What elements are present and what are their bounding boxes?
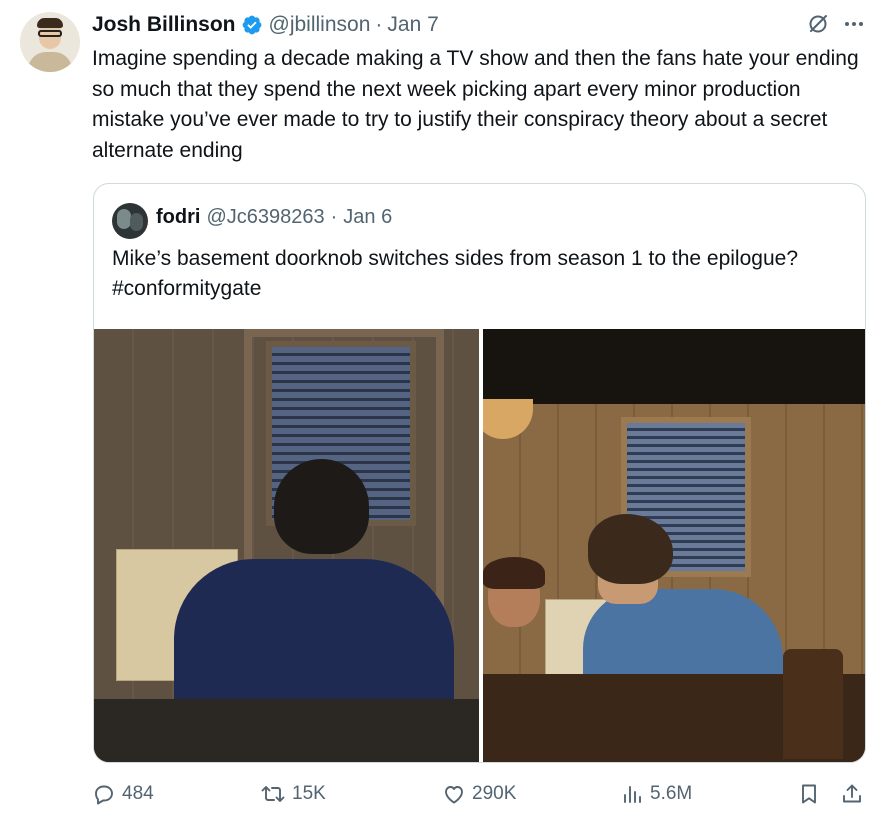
repost-count: 15K [292, 783, 326, 804]
like-count: 290K [472, 783, 517, 804]
tweet-date[interactable]: Jan 7 [387, 13, 438, 37]
more-options-icon[interactable] [842, 12, 866, 36]
quoted-author-avatar[interactable] [112, 203, 148, 239]
repost-icon [261, 786, 285, 802]
views-button[interactable]: 5.6M [620, 782, 692, 806]
media-image-left[interactable] [94, 329, 479, 762]
views-count: 5.6M [650, 783, 693, 804]
author-handle[interactable]: @jbillinson [269, 13, 371, 37]
share-icon [843, 784, 861, 803]
quoted-tweet[interactable]: fodri @Jc6398263 · Jan 6 Mike’s basement… [93, 183, 866, 763]
share-button[interactable] [840, 782, 864, 806]
quoted-media [94, 329, 865, 762]
grok-icon[interactable] [806, 12, 830, 36]
tweet-top-actions [806, 12, 866, 36]
quoted-separator-dot: · [330, 206, 338, 228]
tweet-header: Josh Billinson @jbillinson · Jan 7 [92, 10, 439, 40]
bookmark-icon [802, 784, 816, 804]
quoted-tweet-header: fodri @Jc6398263 · Jan 6 [156, 206, 392, 229]
author-name[interactable]: Josh Billinson [92, 13, 236, 37]
quoted-author-handle: @Jc6398263 [206, 206, 325, 228]
repost-button[interactable]: 15K [260, 782, 326, 806]
quoted-author-name: fodri [156, 206, 201, 228]
quoted-tweet-date: Jan 6 [343, 206, 393, 228]
heart-icon [445, 786, 463, 804]
reply-button[interactable]: 484 [92, 782, 154, 806]
reply-count: 484 [122, 783, 154, 804]
tweet[interactable]: Josh Billinson @jbillinson · Jan 7 Imagi… [0, 0, 888, 828]
like-button[interactable]: 290K [442, 782, 516, 806]
media-image-right[interactable] [482, 329, 865, 762]
bookmark-button[interactable] [797, 782, 821, 806]
tweet-text: Imagine spending a decade making a TV sh… [92, 47, 859, 162]
verified-badge-icon [242, 15, 261, 35]
separator-dot: · [375, 13, 383, 36]
author-avatar[interactable] [20, 12, 80, 72]
reply-icon [95, 785, 113, 805]
quoted-tweet-text: Mike’s basement doorknob switches sides … [112, 247, 798, 300]
tweet-actions: 484 15K 290K 5.6M [92, 782, 868, 812]
views-chart-icon [624, 786, 641, 803]
